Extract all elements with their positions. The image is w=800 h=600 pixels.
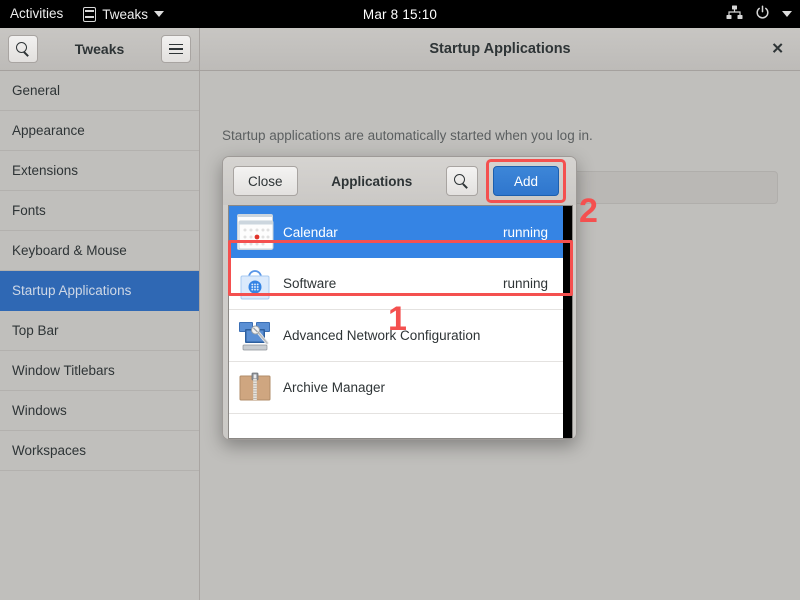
main-headerbar: Startup Applications ✕	[200, 28, 800, 70]
list-scrollbar[interactable]	[563, 206, 572, 438]
app-menu-tweaks[interactable]: Tweaks	[75, 0, 172, 28]
sidebar-item-label: Extensions	[12, 163, 79, 178]
system-menu-chevron-down-icon[interactable]	[782, 11, 792, 17]
sidebar-item-label: Keyboard & Mouse	[12, 243, 127, 258]
activities-button[interactable]: Activities	[0, 0, 75, 28]
list-item-label: Software	[283, 276, 337, 291]
list-item[interactable]: Archive Manager	[229, 362, 572, 414]
search-button[interactable]	[8, 35, 38, 63]
sidebar-item-windows[interactable]: Windows	[0, 391, 199, 431]
main-menu-button[interactable]	[161, 35, 191, 63]
sidebar-item-label: Windows	[12, 403, 67, 418]
list-item-label: Archive Manager	[283, 380, 386, 395]
list-item[interactable]: Calendar running	[229, 206, 572, 258]
hamburger-menu-icon	[169, 43, 183, 55]
archive-box-icon	[237, 370, 273, 406]
app-menu-label: Tweaks	[102, 6, 149, 22]
list-item-label: Calendar	[283, 224, 338, 240]
calendar-icon	[237, 214, 274, 250]
dialog-title: Applications	[331, 173, 413, 189]
network-config-icon	[237, 318, 273, 354]
sidebar-item-keyboard-mouse[interactable]: Keyboard & Mouse	[0, 231, 199, 271]
annotation-marker-1: 1	[388, 300, 407, 338]
system-tray	[726, 5, 792, 23]
startup-description: Startup applications are automatically s…	[222, 128, 593, 143]
add-button-highlight: Add	[485, 159, 566, 203]
sidebar-item-label: General	[12, 83, 61, 98]
search-icon	[15, 41, 31, 57]
chevron-down-icon	[154, 11, 165, 17]
add-button-label: Add	[513, 173, 538, 189]
sidebar-item-label: Window Titlebars	[12, 363, 115, 378]
sidebar-item-label: Appearance	[12, 123, 85, 138]
sidebar-item-label: Top Bar	[12, 323, 59, 338]
settings-sidebar[interactable]: General Appearance Extensions Fonts Keyb…	[0, 71, 200, 600]
gnome-top-bar: Activities Tweaks Mar 8 15:10	[0, 0, 800, 28]
tweaks-icon	[83, 6, 97, 22]
activities-label: Activities	[10, 6, 64, 21]
software-bag-icon	[237, 266, 273, 302]
page-title: Startup Applications	[429, 41, 571, 57]
sidebar-item-window-titlebars[interactable]: Window Titlebars	[0, 351, 199, 391]
sidebar-item-extensions[interactable]: Extensions	[0, 151, 199, 191]
sidebar-item-label: Startup Applications	[12, 283, 132, 298]
sidebar-item-workspaces[interactable]: Workspaces	[0, 431, 199, 471]
sidebar-item-top-bar[interactable]: Top Bar	[0, 311, 199, 351]
close-button[interactable]: Close	[233, 166, 298, 196]
applications-dialog: Close Applications Add Calendar running …	[222, 156, 577, 440]
dialog-search-button[interactable]	[445, 166, 478, 196]
window-headerbar: Tweaks Startup Applications ✕	[0, 28, 800, 71]
close-icon[interactable]: ✕	[771, 42, 784, 57]
power-icon[interactable]	[755, 5, 770, 23]
sidebar-item-label: Workspaces	[12, 443, 87, 458]
add-button[interactable]: Add	[492, 166, 559, 196]
app-title: Tweaks	[74, 41, 125, 57]
network-wired-icon[interactable]	[726, 5, 743, 23]
sidebar-item-general[interactable]: General	[0, 71, 199, 111]
annotation-marker-2: 2	[579, 192, 598, 230]
dialog-headerbar: Close Applications Add	[223, 157, 576, 205]
sidebar-item-fonts[interactable]: Fonts	[0, 191, 199, 231]
sidebar-item-appearance[interactable]: Appearance	[0, 111, 199, 151]
search-icon	[454, 173, 469, 189]
sidebar-item-startup-applications[interactable]: Startup Applications	[0, 271, 199, 311]
close-button-label: Close	[248, 173, 283, 189]
sidebar-headerbar: Tweaks	[0, 28, 200, 70]
sidebar-item-label: Fonts	[12, 203, 46, 218]
list-item-status: running	[502, 276, 548, 291]
list-item-status: running	[502, 224, 548, 240]
list-item-label: Advanced Network Configuration	[283, 328, 481, 343]
